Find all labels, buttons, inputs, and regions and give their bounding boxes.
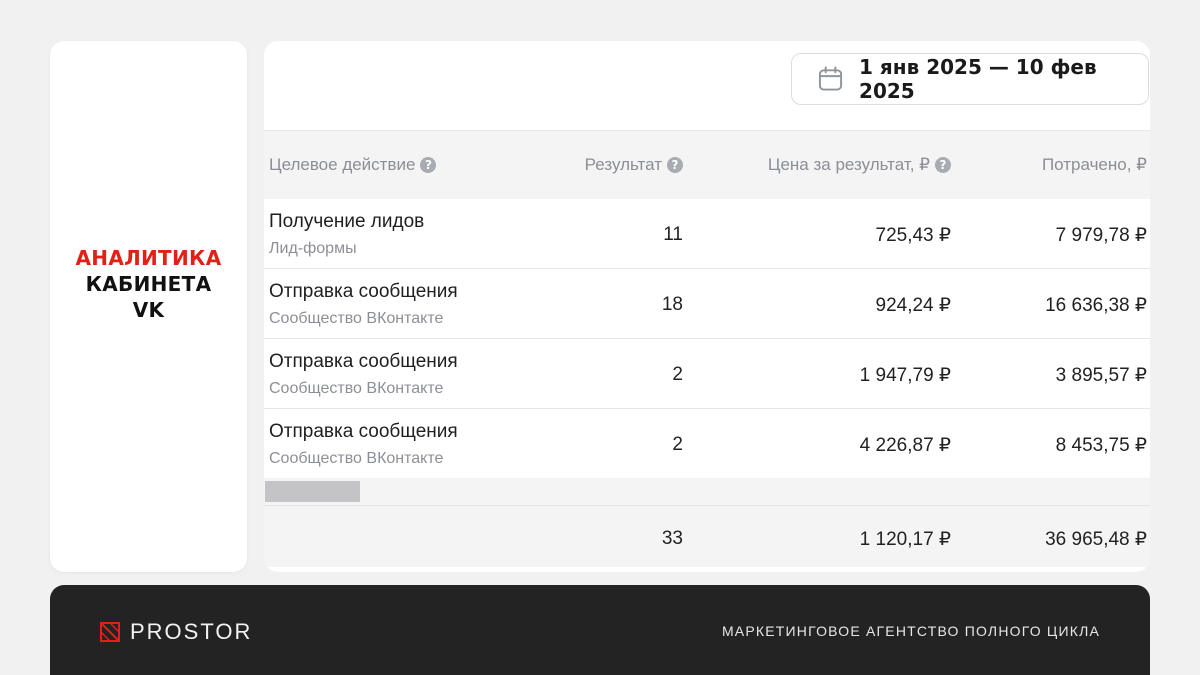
action-source: Сообщество ВКонтакте — [269, 310, 444, 327]
brand-logo: PROSTOR — [100, 619, 252, 645]
footer-bar: PROSTOR МАРКЕТИНГОВОЕ АГЕНТСТВО ПОЛНОГО … — [50, 585, 1150, 675]
column-header-label: Целевое действие — [269, 155, 416, 174]
spent-value: 16 636,38 ₽ — [1045, 295, 1147, 316]
agency-tagline: МАРКЕТИНГОВОЕ АГЕНТСТВО ПОЛНОГО ЦИКЛА — [721, 623, 1100, 639]
result-value: 2 — [672, 434, 683, 455]
price-value: 4 226,87 ₽ — [859, 435, 951, 456]
scrollbar-thumb[interactable] — [265, 481, 360, 502]
date-range-label: 1 янв 2025 — 10 фев 2025 — [859, 55, 1097, 103]
totals-row: 33 1 120,17 ₽ 36 965,48 ₽ — [264, 505, 1150, 567]
table-header: Целевое действие ? Результат ? Цена за р… — [264, 130, 1150, 199]
page-title: АНАЛИТИКА КАБИНЕТА VK — [50, 245, 247, 323]
action-name: Отправка сообщения — [269, 281, 458, 302]
result-value: 11 — [663, 224, 683, 245]
column-header-label: Цена за результат, ₽ — [767, 155, 930, 174]
question-icon[interactable]: ? — [420, 157, 437, 173]
action-name: Отправка сообщения — [269, 421, 458, 442]
title-line-2: КАБИНЕТА — [85, 272, 212, 296]
column-header-label: Потрачено, ₽ — [1041, 155, 1147, 174]
column-header-action[interactable]: Целевое действие ? — [269, 155, 437, 175]
price-value: 725,43 ₽ — [875, 225, 951, 246]
table-row[interactable]: Отправка сообщения Сообщество ВКонтакте … — [264, 409, 1150, 479]
action-source: Сообщество ВКонтакте — [269, 450, 444, 467]
title-card: АНАЛИТИКА КАБИНЕТА VK — [50, 41, 247, 572]
total-spent: 36 965,48 ₽ — [1045, 529, 1147, 550]
action-name: Получение лидов — [269, 211, 425, 232]
date-range-picker[interactable]: 1 янв 2025 — 10 фев 2025 — [791, 53, 1149, 105]
spent-value: 7 979,78 ₽ — [1055, 225, 1147, 246]
table-row[interactable]: Отправка сообщения Сообщество ВКонтакте … — [264, 339, 1150, 409]
table-row[interactable]: Получение лидов Лид-формы 11 725,43 ₽ 7 … — [264, 199, 1150, 269]
logo-text: PROSTOR — [130, 619, 253, 644]
result-value: 18 — [661, 294, 683, 315]
question-icon[interactable]: ? — [667, 157, 683, 173]
horizontal-scrollbar[interactable] — [264, 478, 1150, 505]
table-row[interactable]: Отправка сообщения Сообщество ВКонтакте … — [264, 269, 1150, 339]
title-line-3: VK — [132, 298, 165, 322]
spent-value: 3 895,57 ₽ — [1055, 365, 1147, 386]
question-icon[interactable]: ? — [935, 157, 951, 173]
price-value: 1 947,79 ₽ — [859, 365, 951, 386]
action-name: Отправка сообщения — [269, 351, 458, 372]
column-header-result[interactable]: Результат ? — [585, 155, 683, 175]
total-price: 1 120,17 ₽ — [859, 529, 951, 550]
action-source: Лид-формы — [269, 240, 357, 257]
result-value: 2 — [672, 364, 683, 385]
price-value: 924,24 ₽ — [875, 295, 951, 316]
column-header-spent[interactable]: Потрачено, ₽ — [1042, 155, 1147, 175]
column-header-price[interactable]: Цена за результат, ₽ ? — [768, 155, 951, 175]
spent-value: 8 453,75 ₽ — [1055, 435, 1147, 456]
stats-panel: 1 янв 2025 — 10 фев 2025 Целевое действи… — [264, 41, 1150, 572]
total-result: 33 — [661, 528, 683, 549]
logo-mark-icon — [100, 622, 120, 642]
action-source: Сообщество ВКонтакте — [269, 380, 444, 397]
column-header-label: Результат — [584, 155, 662, 174]
calendar-icon — [818, 66, 843, 91]
title-line-1: АНАЛИТИКА — [75, 246, 222, 270]
